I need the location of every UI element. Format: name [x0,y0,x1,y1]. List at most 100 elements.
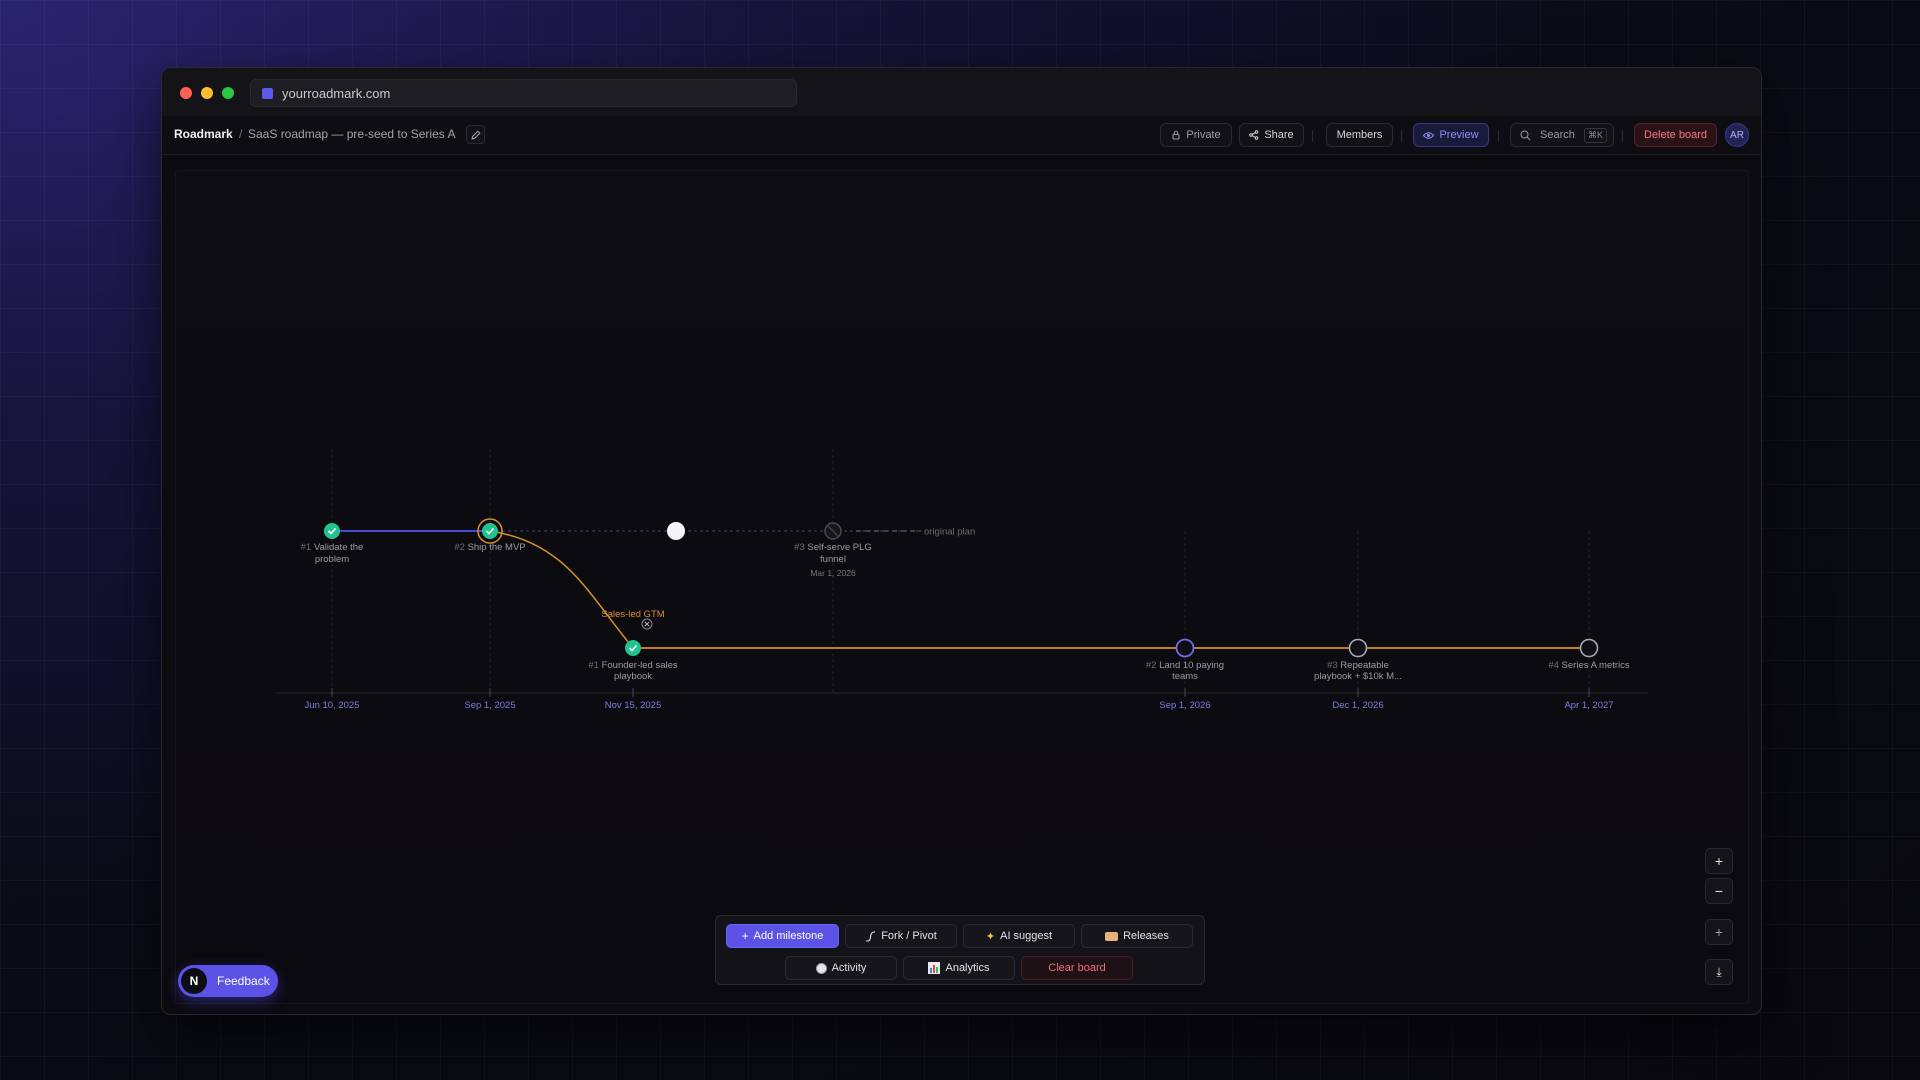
remove-branch-button[interactable] [641,618,653,630]
private-button[interactable]: Private [1160,123,1232,147]
milestone-label-line2: problem [315,554,349,565]
milestone-label-line2: funnel [820,554,846,565]
clear-board-button[interactable]: Clear board [1021,956,1133,980]
download-button[interactable]: ⤓ [1705,959,1733,985]
milestone-series-a-metrics[interactable] [1579,638,1599,658]
maximize-window-button[interactable] [222,87,234,99]
activity-button[interactable]: Activity [785,956,897,980]
share-icon [1249,130,1259,140]
milestone-label: #4 Series A metrics [1548,660,1630,671]
fork-icon [866,930,876,942]
search-button[interactable]: Search ⌘K [1510,123,1614,147]
add-milestone-button[interactable]: + Add milestone [726,924,839,948]
private-label: Private [1186,129,1221,141]
url-text: yourroadmark.com [282,85,391,101]
browser-titlebar: yourroadmark.com [162,68,1761,117]
milestone-label: #2 Land 10 paying [1146,660,1224,671]
toolbar-divider [1401,130,1402,142]
axis-date-label: Dec 1, 2026 [1332,700,1383,711]
milestone-self-serve-plg[interactable] [824,522,842,540]
zoom-in-icon: + [1714,853,1724,869]
app-window: yourroadmark.com Roadmark / SaaS roadmap… [161,67,1762,1015]
preview-button[interactable]: Preview [1413,123,1489,147]
fork-pivot-label: Fork / Pivot [881,930,937,942]
milestone-label: #3 Self-serve PLG [794,542,872,553]
search-icon [1520,130,1531,140]
lock-icon [1172,130,1180,140]
avatar-initials: AR [1730,129,1744,141]
close-window-button[interactable] [180,87,192,99]
ai-suggest-label: AI suggest [1000,930,1053,942]
milestone-label: #1 Validate the [301,542,364,553]
milestone-date: Mar 1, 2026 [810,568,856,578]
milestone-repeatable-playbook[interactable] [1348,638,1368,658]
milestone-founder-led-sales[interactable] [625,640,641,656]
fit-view-button[interactable]: + [1705,919,1733,945]
board-title: SaaS roadmap — pre-seed to Series A [248,127,456,141]
site-favicon-icon [262,87,273,99]
fork-pivot-button[interactable]: Fork / Pivot [845,924,957,948]
toolbar-divider [1312,130,1313,142]
feedback-logo-icon: N [181,968,207,994]
ticket-icon [1105,931,1119,941]
analytics-label: Analytics [945,962,990,974]
search-label: Search [1540,129,1575,141]
breadcrumb-separator: / [239,127,243,141]
feedback-label: Feedback [217,974,270,988]
crosshair-icon: + [1714,924,1724,940]
edit-title-button[interactable] [466,125,485,144]
analytics-button[interactable]: Analytics [903,956,1015,980]
bar-chart-icon [928,962,941,974]
axis-date-label: Sep 1, 2025 [464,700,515,711]
eye-icon [1423,131,1435,139]
zoom-out-button[interactable]: − [1705,878,1733,904]
milestone-label-line2: teams [1172,671,1198,682]
preview-label: Preview [1439,129,1479,141]
activity-label: Activity [831,962,867,974]
axis-date-label: Nov 15, 2025 [605,700,662,711]
axis-date-label: Apr 1, 2027 [1564,700,1613,711]
milestone-validate-problem[interactable] [324,523,340,539]
original-plan-label: original plan [924,527,975,538]
delete-board-button[interactable]: Delete board [1634,123,1717,147]
feedback-button[interactable]: N Feedback [178,965,278,997]
milestone-land-10-teams[interactable] [1175,638,1195,658]
zoom-out-icon: − [1714,883,1724,899]
share-button[interactable]: Share [1239,123,1304,147]
action-bar: + Add milestone Fork / Pivot ✦ AI sugges… [715,915,1205,985]
user-avatar[interactable]: AR [1725,123,1749,147]
search-shortcut-badge: ⌘K [1583,127,1607,143]
releases-button[interactable]: Releases [1081,924,1193,948]
milestone-current-marker[interactable] [667,522,685,540]
address-bar[interactable]: yourroadmark.com [250,79,797,107]
branch-label: Sales-led GTM [601,609,664,620]
toolbar-divider [1498,130,1499,142]
roadmap-canvas[interactable]: Jun 10, 2025 Sep 1, 2025 Nov 15, 2025 Se… [175,170,1749,1004]
sparkles-icon: ✦ [985,930,996,943]
pencil-icon [470,129,481,140]
roadmap-graph: Jun 10, 2025 Sep 1, 2025 Nov 15, 2025 Se… [276,449,1648,711]
milestone-label: #3 Repeatable [1327,660,1389,671]
zoom-in-button[interactable]: + [1705,848,1733,874]
toolbar-divider [1622,130,1623,142]
app-toolbar: Roadmark / SaaS roadmap — pre-seed to Se… [162,116,1761,155]
members-label: Members [1336,129,1383,141]
releases-label: Releases [1123,930,1169,942]
add-milestone-label: Add milestone [753,930,824,942]
milestone-label-line2: playbook [614,671,652,682]
share-label: Share [1264,129,1294,141]
milestone-label: #2 Ship the MVP [454,542,525,553]
download-icon: ⤓ [1716,964,1722,979]
delete-board-label: Delete board [1644,129,1707,141]
milestone-label-line2: playbook + $10k M... [1314,671,1402,682]
brand-link[interactable]: Roadmark [174,127,233,141]
members-button[interactable]: Members [1326,123,1393,147]
plus-icon: + [741,929,749,943]
milestone-label: #1 Founder-led sales [588,660,678,671]
axis-date-label: Sep 1, 2026 [1159,700,1210,711]
clock-icon [815,962,827,974]
ai-suggest-button[interactable]: ✦ AI suggest [963,924,1075,948]
axis-date-label: Jun 10, 2025 [305,700,360,711]
clear-board-label: Clear board [1048,962,1106,974]
minimize-window-button[interactable] [201,87,213,99]
